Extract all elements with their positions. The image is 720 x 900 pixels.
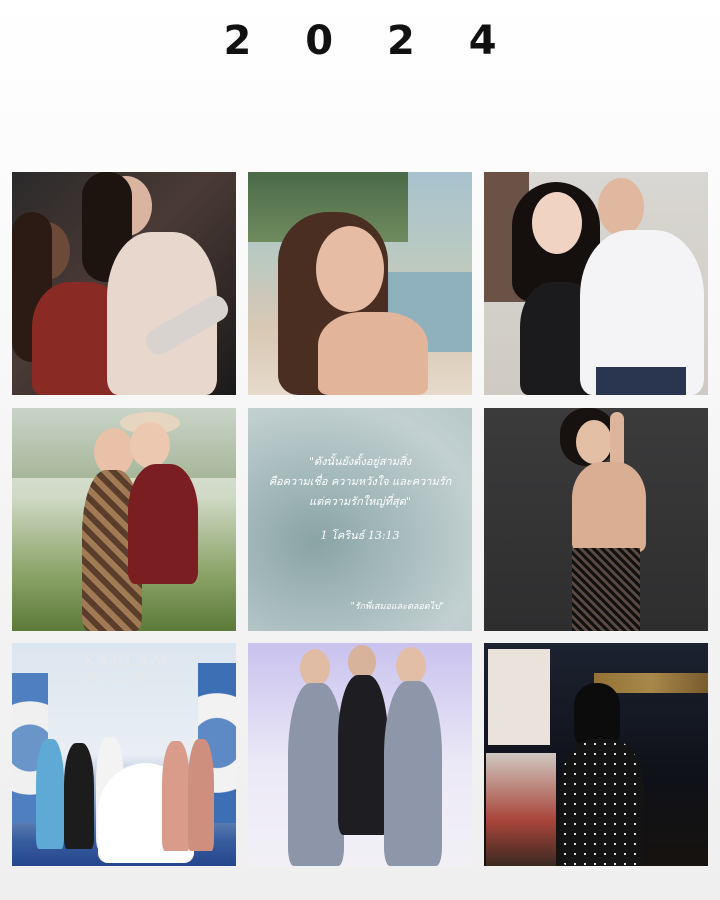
quote-line-1: "ดังนั้นยังดั้งอยู่สามสิ่ง xyxy=(308,455,412,468)
woman-dress xyxy=(560,739,644,866)
photo-tile-9[interactable] xyxy=(484,643,708,866)
venue-sign: KARLAM PLACE xyxy=(84,651,170,689)
lace-leggings xyxy=(572,548,640,631)
face xyxy=(576,420,612,464)
flower-stand xyxy=(486,753,556,866)
quote-card: "ดังนั้นยังดั้งอยู่สามสิ่ง คือความเชื่อ … xyxy=(248,408,472,631)
page-title: 2 0 2 4 xyxy=(223,18,517,64)
right-woman-head xyxy=(130,422,170,468)
left-woman-head xyxy=(94,428,134,476)
right-woman-gown xyxy=(384,681,442,866)
quote-text-block: "ดังนั้นยังดั้งอยู่สามสิ่ง คือความเชื่อ … xyxy=(248,452,472,544)
quote-reference: 1 โครินธ์ 13:13 xyxy=(320,529,400,542)
photo-tile-4[interactable] xyxy=(12,408,236,631)
man-suit xyxy=(338,675,388,835)
left-woman-head xyxy=(300,649,330,687)
man-face xyxy=(598,178,644,236)
photo-tile-2[interactable] xyxy=(248,172,472,395)
photo-tile-6[interactable] xyxy=(484,408,708,631)
shoulders xyxy=(318,312,428,395)
woman-face xyxy=(532,192,582,254)
guest-suit xyxy=(64,743,94,849)
quote-line-3: แต่ความรักใหญ่ที่สุด" xyxy=(309,495,411,508)
right-woman-dress xyxy=(128,464,198,584)
right-woman-head xyxy=(396,647,426,685)
bare-back xyxy=(572,462,646,552)
photo-collage-grid: "ดังนั้นยังดั้งอยู่สามสิ่ง คือความเชื่อ … xyxy=(12,172,708,866)
quote-line-2: คือความเชื่อ ความหวังใจ และความรัก xyxy=(268,475,452,488)
man-jeans xyxy=(596,367,686,395)
quote-signature: "รักพี่เสมอและตลอดไป" xyxy=(350,602,444,612)
photo-tile-8[interactable] xyxy=(248,643,472,866)
left-woman-gown xyxy=(288,683,344,866)
photo-tile-3[interactable] xyxy=(484,172,708,395)
photo-tile-1[interactable] xyxy=(12,172,236,395)
guest-pink-2 xyxy=(188,739,214,851)
man-head xyxy=(348,645,376,679)
photo-tile-7[interactable]: KARLAM PLACE xyxy=(12,643,236,866)
face xyxy=(316,226,384,312)
guest-blue xyxy=(36,739,64,849)
poster-board xyxy=(488,649,550,745)
guest-pink xyxy=(162,741,190,851)
